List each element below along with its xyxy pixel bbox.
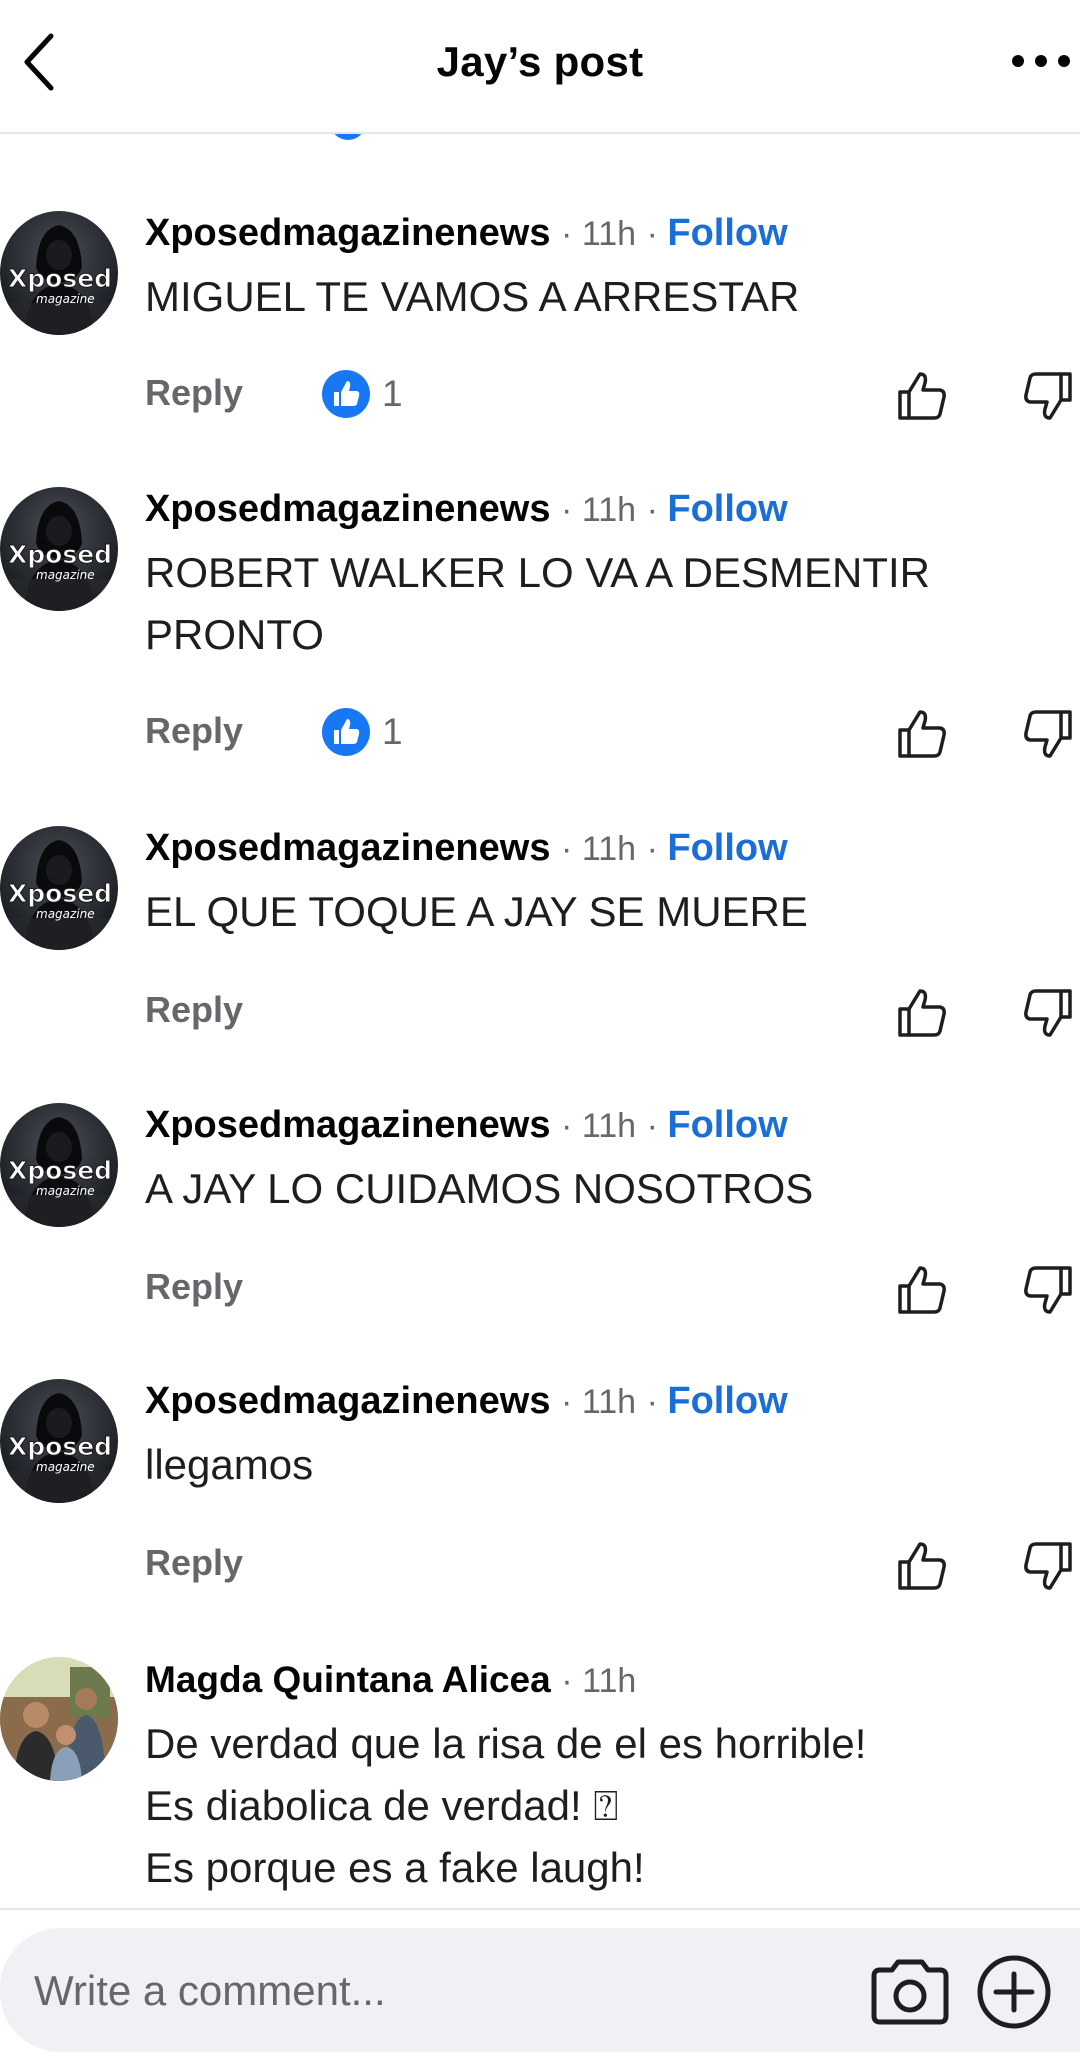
comment-header: Xposedmagazinenews · 11h · Follow — [145, 827, 788, 869]
thumbs-up-icon[interactable] — [896, 1540, 948, 1592]
comment-header: Xposedmagazinenews · 11h · Follow — [145, 1104, 788, 1146]
svg-text:Xposed: Xposed — [8, 879, 112, 908]
comment-time: 11h — [582, 1662, 637, 1700]
reply-button[interactable]: Reply — [145, 989, 243, 1031]
reply-button[interactable]: Reply — [145, 372, 243, 414]
reaction-count: 1 — [382, 711, 403, 752]
thumbs-down-icon[interactable] — [1022, 1264, 1074, 1316]
comment-time: 11h — [581, 215, 637, 253]
comment-text: llegamos — [145, 1441, 314, 1488]
follow-button[interactable]: Follow — [667, 827, 787, 869]
comment-author[interactable]: Xposedmagazinenews — [145, 1104, 550, 1146]
reply-button[interactable]: Reply — [145, 1266, 243, 1308]
like-reaction-icon — [322, 370, 370, 418]
avatar-photo[interactable] — [0, 1657, 118, 1781]
svg-text:magazine: magazine — [36, 1184, 95, 1198]
thumbs-down-icon[interactable] — [1022, 370, 1074, 422]
reply-button[interactable]: Reply — [145, 1542, 243, 1584]
svg-text:Xposed: Xposed — [8, 1432, 112, 1461]
follow-button[interactable]: Follow — [667, 488, 787, 530]
reaction-summary[interactable]: 1 — [320, 706, 403, 758]
avatar[interactable]: Xposed magazine — [0, 211, 118, 335]
svg-text:Xposed: Xposed — [8, 264, 112, 293]
comment-time: 11h — [581, 491, 637, 529]
comment-header: Xposedmagazinenews · 11h · Follow — [145, 488, 788, 530]
post-header: Jay’s post — [0, 0, 1080, 134]
comment-author[interactable]: Xposedmagazinenews — [145, 212, 550, 254]
more-options-button[interactable] — [1006, 36, 1076, 86]
follow-button[interactable]: Follow — [667, 1104, 787, 1146]
follow-button[interactable]: Follow — [667, 1380, 787, 1422]
avatar[interactable]: Xposed magazine — [0, 1379, 118, 1503]
thumbs-up-icon[interactable] — [896, 987, 948, 1039]
avatar[interactable]: Xposed magazine — [0, 826, 118, 950]
svg-text:Xposed: Xposed — [8, 1156, 112, 1185]
comment-composer — [0, 1908, 1080, 2072]
camera-icon[interactable] — [868, 1956, 952, 2026]
comment-header: Xposedmagazinenews · 11h · Follow — [145, 212, 788, 254]
comment-time: 11h — [581, 1107, 637, 1145]
svg-text:magazine: magazine — [36, 568, 95, 582]
thumbs-up-icon[interactable] — [896, 1264, 948, 1316]
comment-header: Magda Quintana Alicea · 11h — [145, 1659, 637, 1700]
more-icon — [1012, 55, 1070, 67]
comment-time: 11h — [581, 1383, 637, 1421]
comment-text: ROBERT WALKER LO VA A DESMENTIR PRONTO — [145, 549, 930, 658]
page-title: Jay’s post — [436, 38, 644, 85]
comment-author[interactable]: Xposedmagazinenews — [145, 827, 550, 869]
comment-text: EL QUE TOQUE A JAY SE MUERE — [145, 888, 808, 935]
comment-time: 11h — [581, 830, 637, 868]
svg-text:magazine: magazine — [36, 292, 95, 306]
follow-button[interactable]: Follow — [667, 212, 787, 254]
thumbs-down-icon[interactable] — [1022, 987, 1074, 1039]
comment-text: De verdad que la risa de el es horrible!… — [145, 1720, 867, 1891]
comment-text: A JAY LO CUIDAMOS NOSOTROS — [145, 1165, 814, 1212]
comment-author[interactable]: Xposedmagazinenews — [145, 488, 550, 530]
reaction-count: 1 — [382, 373, 403, 414]
thumbs-up-icon[interactable] — [896, 370, 948, 422]
svg-text:Xposed: Xposed — [8, 540, 112, 569]
svg-text:magazine: magazine — [36, 907, 95, 921]
thumbs-up-icon[interactable] — [896, 708, 948, 760]
reply-button[interactable]: Reply — [145, 710, 243, 752]
avatar[interactable]: Xposed magazine — [0, 487, 118, 611]
svg-text:magazine: magazine — [36, 1460, 95, 1474]
comment-header: Xposedmagazinenews · 11h · Follow — [145, 1380, 788, 1422]
comment-author[interactable]: Xposedmagazinenews — [145, 1380, 550, 1422]
avatar[interactable]: Xposed magazine — [0, 1103, 118, 1227]
thumbs-down-icon[interactable] — [1022, 1540, 1074, 1592]
comment-text: MIGUEL TE VAMOS A ARRESTAR — [145, 273, 800, 320]
comment-input[interactable] — [34, 1956, 834, 2026]
thumbs-down-icon[interactable] — [1022, 708, 1074, 760]
composer-bar — [0, 1928, 1080, 2052]
like-reaction-icon — [322, 708, 370, 756]
reaction-summary[interactable]: 1 — [320, 368, 403, 420]
comment-author[interactable]: Magda Quintana Alicea — [145, 1659, 551, 1700]
plus-circle-icon[interactable] — [976, 1954, 1052, 2030]
